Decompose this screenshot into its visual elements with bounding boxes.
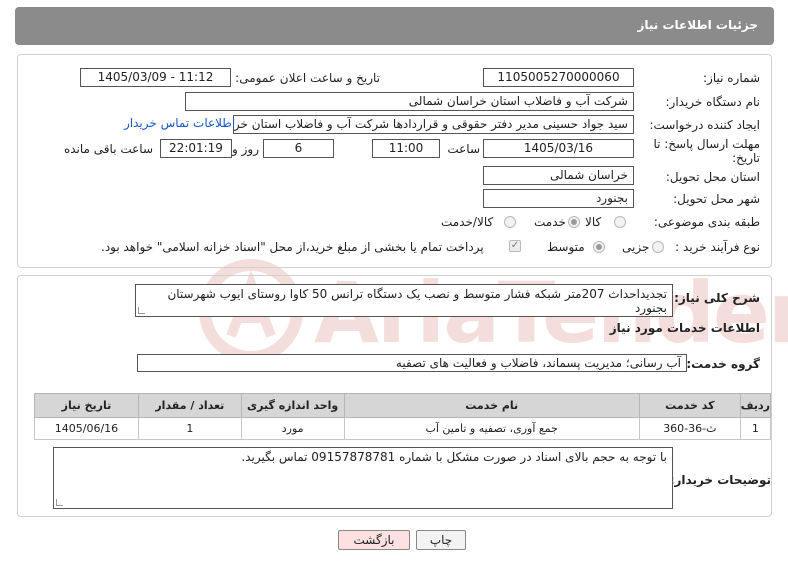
- category-option-goods-service: کالا/خدمت: [441, 215, 494, 229]
- cell-date: 1405/06/16: [34, 417, 139, 440]
- deadline-date-field[interactable]: 1405/03/16: [483, 139, 634, 158]
- category-radio-goods[interactable]: [614, 216, 626, 228]
- process-radio-minor[interactable]: [652, 241, 664, 253]
- col-date-header: تاریخ نیاز: [34, 393, 139, 418]
- resize-handle-icon[interactable]: [138, 307, 145, 314]
- buyer-org-label: نام دستگاه خریدار:: [665, 95, 761, 109]
- cell-qty: 1: [137, 417, 242, 440]
- category-option-service: خدمت: [534, 215, 566, 229]
- city-field[interactable]: بجنورد: [483, 189, 634, 208]
- buyer-contact-link[interactable]: اطلاعات تماس خریدار: [124, 116, 235, 130]
- remaining-label: ساعت باقی مانده: [63, 142, 153, 156]
- category-radio-goods-service[interactable]: [504, 216, 516, 228]
- announce-label: تاریخ و ساعت اعلان عمومی:: [235, 71, 380, 85]
- cell-unit: مورد: [240, 417, 345, 440]
- services-section-title: اطلاعات خدمات مورد نیاز: [609, 321, 760, 335]
- process-option-medium: متوسط: [547, 240, 585, 254]
- description-text: تجدیداحداث 207متر شبکه فشار متوسط و نصب …: [167, 287, 667, 315]
- description-label: شرح کلی نیاز:: [674, 291, 760, 305]
- resize-handle-icon[interactable]: [56, 499, 63, 506]
- creator-field[interactable]: سید جواد حسینی مدیر دفتر حقوقی و قرارداد…: [233, 115, 634, 134]
- announce-field[interactable]: 1405/03/09 - 11:12: [80, 68, 231, 87]
- col-name-header: نام خدمت: [343, 393, 640, 418]
- print-button[interactable]: چاپ: [416, 530, 466, 550]
- service-group-field[interactable]: آب رسانی؛ مدیریت پسماند، فاضلاب و فعالیت…: [137, 354, 687, 372]
- creator-label: ایجاد کننده درخواست:: [649, 118, 760, 132]
- description-textarea[interactable]: تجدیداحداث 207متر شبکه فشار متوسط و نصب …: [135, 284, 673, 317]
- buyer-notes-textarea[interactable]: با توجه به حجم بالای اسناد در صورت مشکل …: [53, 447, 673, 509]
- province-field[interactable]: خراسان شمالی: [483, 166, 634, 185]
- deadline-label: مهلت ارسال پاسخ: تا: [653, 137, 760, 151]
- col-unit-header: واحد اندازه گیری: [240, 393, 345, 418]
- cell-row: 1: [739, 417, 772, 440]
- need-number-label: شماره نیاز:: [703, 71, 760, 85]
- payment-note: پرداخت تمام یا بخشی از مبلغ خرید،از محل …: [101, 240, 484, 254]
- col-qty-header: تعداد / مقدار: [137, 393, 242, 418]
- col-row-header: ردیف: [739, 393, 772, 418]
- table-header-row: ردیف کد خدمت نام خدمت واحد اندازه گیری ت…: [34, 393, 772, 418]
- province-label: استان محل تحویل:: [665, 170, 760, 184]
- col-code-header: کد خدمت: [638, 393, 741, 418]
- treasury-checkbox[interactable]: ✓: [509, 240, 521, 252]
- deadline-time-field[interactable]: 11:00: [372, 139, 440, 158]
- cell-name: جمع آوری، تصفیه و تامین آب: [343, 417, 640, 440]
- process-label: نوع فرآیند خرید :: [675, 240, 760, 254]
- need-number-field[interactable]: 1105005270000060: [483, 68, 634, 87]
- back-button[interactable]: بازگشت: [338, 530, 410, 550]
- panel-title: جزئیات اطلاعات نیاز: [637, 18, 758, 32]
- table-row[interactable]: 1 ث-36-360 جمع آوری، تصفیه و تامین آب مو…: [34, 417, 772, 440]
- days-field[interactable]: 6: [263, 139, 334, 158]
- days-label: روز و: [232, 142, 259, 156]
- remaining-time-field[interactable]: 22:01:19: [160, 139, 232, 158]
- deadline-time-label: ساعت: [447, 142, 480, 156]
- cell-code: ث-36-360: [638, 417, 741, 440]
- category-radio-service[interactable]: [568, 216, 580, 228]
- deadline-date-label: تاریخ:: [732, 151, 760, 165]
- process-option-minor: جزیی: [622, 240, 650, 254]
- category-label: طبقه بندی موضوعی:: [653, 215, 760, 229]
- city-label: شهر محل تحویل:: [673, 192, 760, 206]
- service-group-label: گروه خدمت:: [686, 357, 760, 371]
- buyer-notes-label: توضیحات خریدار:: [669, 473, 771, 487]
- buyer-notes-text: با توجه به حجم بالای اسناد در صورت مشکل …: [241, 450, 667, 464]
- category-option-goods: کالا: [585, 215, 602, 229]
- process-radio-medium[interactable]: [593, 241, 605, 253]
- services-table: ردیف کد خدمت نام خدمت واحد اندازه گیری ت…: [34, 393, 772, 440]
- buyer-org-field[interactable]: شرکت آب و فاضلاب استان خراسان شمالی: [185, 92, 634, 111]
- panel-header: جزئیات اطلاعات نیاز: [15, 7, 774, 45]
